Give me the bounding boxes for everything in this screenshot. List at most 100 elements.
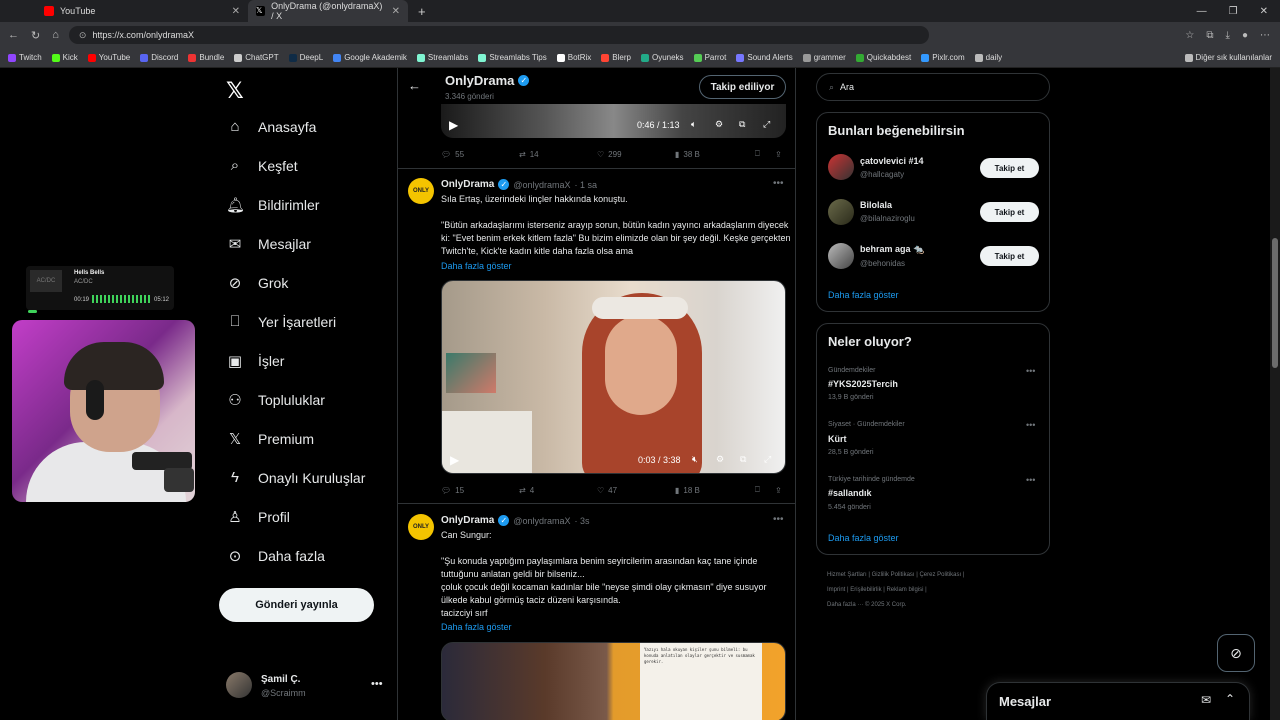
following-button[interactable]: Takip ediliyor bbox=[699, 75, 786, 99]
play-icon[interactable]: ▶ bbox=[450, 453, 459, 467]
nav-item-profile[interactable]: ♙ Profil bbox=[226, 508, 290, 526]
home-icon[interactable]: ⌂ bbox=[52, 29, 59, 42]
footer-line[interactable]: Imprint | Erişilebilirlik | Reklam bilgi… bbox=[827, 583, 1047, 598]
suggestion-name[interactable]: behram aga 🐀 bbox=[860, 244, 924, 255]
bookmark-youtube[interactable]: YouTube bbox=[87, 53, 130, 62]
nav-item-notifications[interactable]: 🔔︎ Bildirimler bbox=[226, 196, 319, 214]
bookmark-chatgpt[interactable]: ChatGPT bbox=[234, 53, 279, 62]
follow-button[interactable]: Takip et bbox=[980, 158, 1039, 178]
follow-button[interactable]: Takip et bbox=[980, 246, 1039, 266]
pip-icon[interactable]: ⧉ bbox=[739, 119, 745, 130]
reload-icon[interactable]: ↻ bbox=[31, 29, 40, 42]
settings-icon[interactable]: ⚙ bbox=[715, 119, 723, 130]
bookmark-action-icon[interactable]: ⎕ bbox=[755, 485, 775, 495]
bookmark-parrot[interactable]: Parrot bbox=[693, 53, 726, 62]
grok-floating-button[interactable]: ⊘ bbox=[1217, 634, 1255, 672]
pip-icon[interactable]: ⧉ bbox=[740, 454, 746, 465]
bookmark-streamlabs[interactable]: Streamlabs bbox=[416, 53, 468, 62]
nav-item-verified-orgs[interactable]: ϟ Onaylı Kuruluşlar bbox=[226, 469, 365, 486]
footer-line[interactable]: Hizmet Şartları | Gizlilik Politikası | … bbox=[827, 568, 1047, 583]
bookmark-grammer[interactable]: grammer bbox=[802, 53, 846, 62]
new-message-icon[interactable]: ✉ bbox=[1201, 693, 1211, 707]
bookmark-kick[interactable]: Kick bbox=[51, 53, 78, 62]
bookmark-oyuneks[interactable]: Oyuneks bbox=[640, 53, 684, 62]
settings-icon[interactable]: ⚙ bbox=[716, 454, 724, 465]
download-icon[interactable]: ⤓ bbox=[1226, 30, 1230, 41]
minimize-icon[interactable]: — bbox=[1197, 6, 1207, 17]
trend-more-icon[interactable]: ••• bbox=[1026, 475, 1035, 485]
nav-item-explore[interactable]: ⌕ Keşfet bbox=[226, 157, 298, 174]
nav-item-messages[interactable]: ✉ Mesajlar bbox=[226, 235, 311, 253]
nav-item-grok[interactable]: ⊘ Grok bbox=[226, 274, 289, 292]
tweet-author[interactable]: OnlyDrama bbox=[441, 515, 494, 526]
suggestion-name[interactable]: Bilolala bbox=[860, 200, 892, 210]
tweet-avatar[interactable]: ONLY bbox=[408, 514, 434, 540]
avatar[interactable] bbox=[828, 199, 854, 225]
tweet-more-icon[interactable]: ••• bbox=[773, 178, 784, 189]
tweet-author[interactable]: OnlyDrama bbox=[441, 179, 494, 190]
nav-item-more[interactable]: ⊙ Daha fazla bbox=[226, 547, 325, 565]
favorite-star-icon[interactable]: ☆ bbox=[1185, 30, 1194, 41]
expand-up-icon[interactable]: ⌃ bbox=[1225, 692, 1235, 706]
bookmark-twitch[interactable]: Twitch bbox=[8, 53, 42, 62]
nav-item-jobs[interactable]: ▣ İşler bbox=[226, 352, 285, 370]
mute-icon[interactable]: 🔇︎ bbox=[692, 454, 698, 465]
follow-button[interactable]: Takip et bbox=[980, 202, 1039, 222]
messages-drawer[interactable]: Mesajlar ✉ ⌃ bbox=[986, 682, 1250, 720]
avatar[interactable] bbox=[828, 154, 854, 180]
retweet-action[interactable]: ⇄ 4 bbox=[519, 485, 597, 495]
bookmark-discord[interactable]: Discord bbox=[140, 53, 178, 62]
search-input[interactable]: ⌕ Ara bbox=[816, 73, 1050, 101]
show-more-link[interactable]: Daha fazla göster bbox=[828, 533, 899, 543]
show-more-link[interactable]: Daha fazla göster bbox=[828, 290, 899, 300]
play-icon[interactable]: ▶ bbox=[449, 118, 458, 132]
close-window-icon[interactable]: ✕ bbox=[1260, 6, 1268, 17]
reply-action[interactable]: 💬︎ 15 bbox=[441, 485, 519, 495]
nav-item-home[interactable]: ⌂ Anasayfa bbox=[226, 118, 316, 135]
bookmark-deepl[interactable]: DeepL bbox=[288, 53, 323, 62]
bookmark-action-icon[interactable]: ⎕ bbox=[755, 149, 775, 159]
tweet-handle[interactable]: @onlydramaX bbox=[513, 516, 570, 526]
reply-action[interactable]: 💬︎ 55 bbox=[441, 149, 519, 159]
account-switcher[interactable]: Şamil Ç. @Scraimm ••• bbox=[226, 670, 386, 704]
profile-icon[interactable]: ● bbox=[1242, 30, 1248, 41]
browser-tab-youtube[interactable]: YouTube ✕ bbox=[36, 0, 248, 22]
browser-tab-x[interactable]: 𝕏 OnlyDrama (@onlydramaX) / X ✕ bbox=[248, 0, 408, 22]
show-more-link[interactable]: Daha fazla göster bbox=[441, 261, 512, 271]
share-icon[interactable]: ⇪ bbox=[775, 485, 782, 495]
tweet-image[interactable]: Yazıyı hala okuyan kişiler şunu bilmeli:… bbox=[441, 642, 786, 720]
address-input[interactable]: ⊙ https://x.com/onlydramaX bbox=[68, 26, 929, 44]
bookmark-pixlr[interactable]: Pixlr.com bbox=[921, 53, 965, 62]
scrollbar-thumb[interactable] bbox=[1272, 238, 1278, 368]
suggestion-name[interactable]: çatovlevici #14 bbox=[860, 156, 924, 166]
nav-item-communities[interactable]: ⚇ Topluluklar bbox=[226, 391, 325, 409]
like-action[interactable]: ♡ 47 bbox=[597, 485, 675, 495]
like-action[interactable]: ♡ 299 bbox=[597, 149, 675, 159]
bookmark-botrix[interactable]: BotRix bbox=[556, 53, 591, 62]
volume-icon[interactable]: 🔈︎ bbox=[691, 119, 696, 130]
bookmark-other-folder[interactable]: Diğer sık kullanılanlar bbox=[1184, 53, 1280, 62]
more-options-icon[interactable]: ••• bbox=[371, 678, 383, 690]
video-player[interactable]: ▶ 0:03 / 3:38 🔇︎ ⚙ ⧉ ⤢ bbox=[441, 280, 786, 474]
retweet-action[interactable]: ⇄ 14 bbox=[519, 149, 597, 159]
share-icon[interactable]: ⇪ bbox=[775, 149, 782, 159]
avatar[interactable] bbox=[828, 243, 854, 269]
post-button[interactable]: Gönderi yayınla bbox=[219, 588, 374, 622]
x-logo-icon[interactable]: 𝕏 bbox=[226, 78, 244, 104]
bookmark-bundle[interactable]: Bundle bbox=[188, 53, 224, 62]
back-arrow-icon[interactable]: ← bbox=[408, 78, 421, 93]
page-scrollbar[interactable] bbox=[1270, 68, 1280, 720]
maximize-icon[interactable]: ❐ bbox=[1229, 6, 1238, 17]
close-tab-icon[interactable]: ✕ bbox=[232, 6, 240, 17]
trend-more-icon[interactable]: ••• bbox=[1026, 420, 1035, 430]
menu-icon[interactable]: ⋯ bbox=[1260, 30, 1270, 41]
tweet-avatar[interactable]: ONLY bbox=[408, 178, 434, 204]
video-player[interactable]: ▶ 0:46 / 1:13 🔈︎ ⚙ ⧉ ⤢ bbox=[441, 104, 786, 138]
fullscreen-icon[interactable]: ⤢ bbox=[764, 454, 771, 465]
bookmark-google-akademik[interactable]: Google Akademik bbox=[333, 53, 407, 62]
trend-more-icon[interactable]: ••• bbox=[1026, 366, 1035, 376]
bookmark-quickabdest[interactable]: Quickabdest bbox=[855, 53, 911, 62]
tweet-handle[interactable]: @onlydramaX bbox=[513, 180, 570, 190]
footer-line[interactable]: Daha fazla ··· © 2025 X Corp. bbox=[827, 598, 1047, 613]
views-action[interactable]: ▮ 18 B bbox=[675, 485, 755, 495]
